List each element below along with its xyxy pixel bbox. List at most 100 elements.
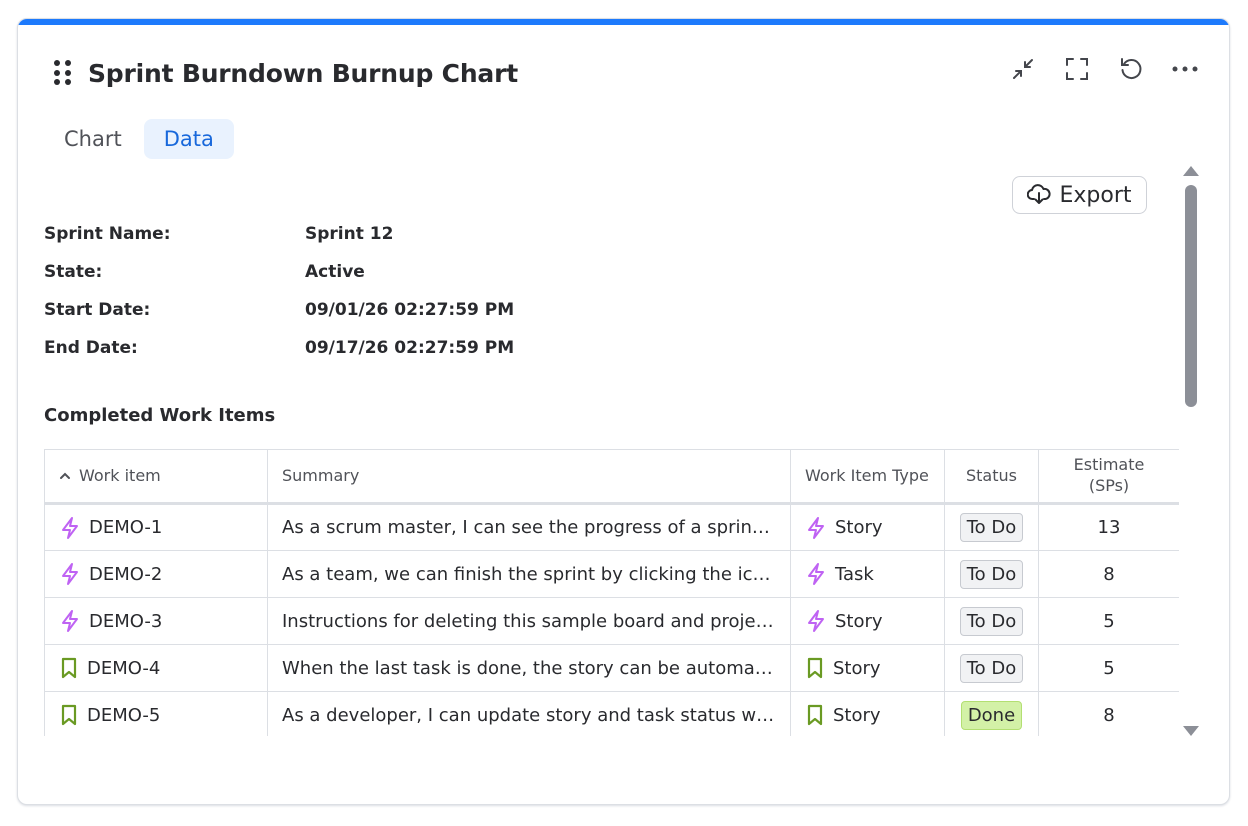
work-items-table: Work item Summary Work Item Type Status …	[44, 449, 1179, 736]
field-value: 09/01/26 02:27:59 PM	[305, 300, 515, 320]
column-header-status[interactable]: Status	[944, 449, 1039, 505]
gadget-title: Sprint Burndown Burnup Chart	[88, 58, 518, 88]
status-badge: To Do	[959, 559, 1024, 589]
summary-text: As a developer, I can update story and t…	[282, 704, 776, 726]
fullscreen-icon[interactable]	[1063, 55, 1091, 83]
column-header-summary[interactable]: Summary	[267, 449, 791, 505]
status-cell: To Do	[944, 644, 1039, 692]
export-button[interactable]: Export	[1012, 176, 1147, 214]
bookmark-icon	[805, 657, 825, 679]
summary-text: As a team, we can finish the sprint by c…	[282, 563, 776, 585]
field-value: 09/17/26 02:27:59 PM	[305, 338, 515, 358]
gadget-card: Sprint Burndown Burnup Chart Chart Data …	[17, 18, 1230, 805]
work-item-cell[interactable]: DEMO-5	[44, 691, 268, 736]
summary-text: When the last task is done, the story ca…	[282, 657, 776, 679]
work-items-table-wrap: Work item Summary Work Item Type Status …	[44, 449, 1179, 736]
lightning-icon	[805, 562, 827, 586]
work-item-cell[interactable]: DEMO-3	[44, 597, 268, 645]
field-label: Start Date:	[44, 300, 151, 320]
work-item-key[interactable]: DEMO-4	[87, 658, 160, 679]
field-label: End Date:	[44, 338, 138, 358]
field-value: Sprint 12	[305, 224, 394, 244]
estimate-cell: 5	[1038, 597, 1179, 645]
summary-text: As a scrum master, I can see the progres…	[282, 517, 776, 538]
scroll-thumb[interactable]	[1185, 185, 1197, 407]
type-label: Story	[833, 704, 881, 726]
type-cell: Story	[790, 503, 945, 551]
status-cell: To Do	[944, 503, 1039, 551]
status-cell: Done	[944, 691, 1039, 736]
cloud-download-icon	[1027, 184, 1052, 204]
sprint-state-row: State: Active	[44, 253, 514, 291]
type-label: Task	[835, 563, 874, 585]
lightning-icon	[805, 609, 827, 633]
type-cell: Story	[790, 597, 945, 645]
summary-cell: As a scrum master, I can see the progres…	[267, 503, 791, 551]
table-row[interactable]: DEMO-4 When the last task is done, the st…	[44, 644, 1179, 692]
status-badge: To Do	[959, 606, 1024, 636]
minimize-icon[interactable]	[1009, 55, 1037, 83]
work-item-cell[interactable]: DEMO-2	[44, 550, 268, 598]
column-header-work-item[interactable]: Work item	[44, 449, 268, 505]
type-cell: Story	[790, 644, 945, 692]
table-row[interactable]: DEMO-5 As a developer, I can update story…	[44, 691, 1179, 736]
table-row[interactable]: DEMO-1 As a scrum master, I can see the p…	[44, 503, 1179, 551]
tab-data[interactable]: Data	[143, 119, 234, 159]
type-cell: Task	[790, 550, 945, 598]
lightning-icon	[59, 562, 81, 586]
refresh-icon[interactable]	[1117, 55, 1145, 83]
summary-cell: Instructions for deleting this sample bo…	[267, 597, 791, 645]
vertical-scrollbar[interactable]	[1180, 164, 1202, 736]
scroll-up-arrow[interactable]	[1183, 166, 1199, 176]
sprint-name-row: Sprint Name: Sprint 12	[44, 215, 514, 253]
sprint-end-row: End Date: 09/17/26 02:27:59 PM	[44, 329, 514, 367]
section-title: Completed Work Items	[44, 405, 276, 426]
status-cell: To Do	[944, 550, 1039, 598]
status-badge: To Do	[959, 513, 1024, 542]
bookmark-icon	[59, 704, 79, 726]
tab-chart[interactable]: Chart	[48, 119, 138, 159]
column-header-estimate[interactable]: Estimate (SPs)	[1038, 449, 1179, 505]
lightning-icon	[805, 516, 827, 540]
header-actions	[1009, 55, 1199, 83]
work-item-key[interactable]: DEMO-1	[89, 517, 162, 538]
work-item-key[interactable]: DEMO-5	[87, 705, 160, 726]
work-item-key[interactable]: DEMO-3	[89, 611, 162, 632]
summary-cell: As a team, we can finish the sprint by c…	[267, 550, 791, 598]
bookmark-icon	[59, 657, 79, 679]
summary-cell: As a developer, I can update story and t…	[267, 691, 791, 736]
scroll-down-arrow[interactable]	[1183, 726, 1199, 736]
table-row[interactable]: DEMO-2 As a team, we can finish the sprin…	[44, 550, 1179, 598]
more-icon[interactable]	[1171, 55, 1199, 83]
drag-handle-icon[interactable]	[54, 60, 72, 86]
status-cell: To Do	[944, 597, 1039, 645]
lightning-icon	[59, 516, 81, 540]
estimate-cell: 5	[1038, 644, 1179, 692]
estimate-cell: 8	[1038, 691, 1179, 736]
type-label: Story	[835, 610, 883, 632]
type-label: Story	[833, 657, 881, 679]
status-badge: Done	[960, 700, 1023, 730]
table-header-row: Work item Summary Work Item Type Status …	[44, 449, 1179, 505]
table-row[interactable]: DEMO-3 Instructions for deleting this sam…	[44, 597, 1179, 645]
summary-cell: When the last task is done, the story ca…	[267, 644, 791, 692]
export-label: Export	[1059, 182, 1132, 208]
work-item-cell[interactable]: DEMO-4	[44, 644, 268, 692]
field-value: Active	[305, 262, 365, 282]
field-label: Sprint Name:	[44, 224, 171, 244]
sprint-start-row: Start Date: 09/01/26 02:27:59 PM	[44, 291, 514, 329]
field-label: State:	[44, 262, 103, 282]
column-header-type[interactable]: Work Item Type	[790, 449, 945, 505]
work-item-key[interactable]: DEMO-2	[89, 564, 162, 585]
lightning-icon	[59, 609, 81, 633]
type-label: Story	[835, 517, 883, 538]
summary-text: Instructions for deleting this sample bo…	[282, 610, 776, 632]
sort-ascending-icon	[60, 472, 70, 479]
sprint-details: Sprint Name: Sprint 12 State: Active Sta…	[44, 215, 514, 367]
status-badge: To Do	[959, 653, 1024, 683]
view-tabs: Chart Data	[48, 119, 234, 159]
bookmark-icon	[805, 704, 825, 726]
estimate-cell: 8	[1038, 550, 1179, 598]
work-item-cell[interactable]: DEMO-1	[44, 503, 268, 551]
gadget-header: Sprint Burndown Burnup Chart	[54, 55, 1199, 91]
